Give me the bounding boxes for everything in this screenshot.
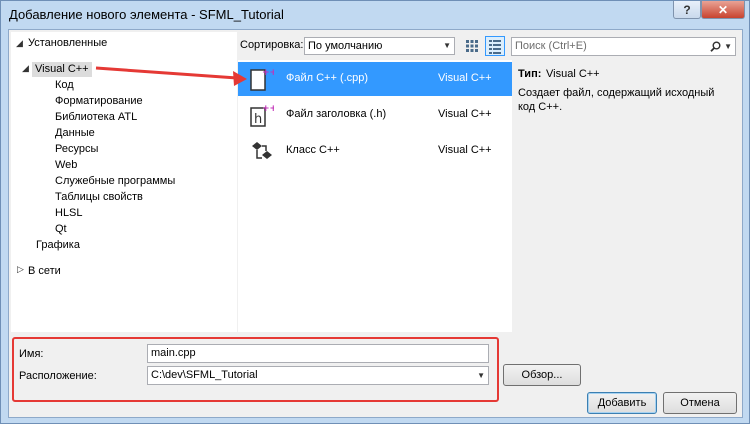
dialog-window: Добавление нового элемента - SFML_Tutori… bbox=[0, 0, 750, 424]
location-dropdown[interactable]: C:\dev\SFML_Tutorial ▼ bbox=[147, 366, 489, 385]
name-input[interactable]: main.cpp bbox=[147, 344, 489, 363]
name-label: Имя: bbox=[19, 348, 44, 360]
add-button[interactable]: Добавить bbox=[587, 392, 657, 414]
annotation-arrow bbox=[95, 66, 247, 86]
location-label: Расположение: bbox=[19, 370, 97, 382]
cancel-button[interactable]: Отмена bbox=[663, 392, 737, 414]
chevron-down-icon: ▼ bbox=[477, 371, 485, 380]
location-value: C:\dev\SFML_Tutorial bbox=[151, 369, 258, 381]
close-button[interactable]: ✕ bbox=[701, 1, 745, 19]
dialog-client: ◢ Установленные ◢ Visual C++ Код Формати… bbox=[8, 29, 743, 418]
browse-button[interactable]: Обзор... bbox=[503, 364, 581, 386]
window-title: Добавление нового элемента - SFML_Tutori… bbox=[9, 7, 284, 22]
title-bar: Добавление нового элемента - SFML_Tutori… bbox=[1, 1, 749, 29]
help-button[interactable]: ? bbox=[673, 1, 701, 19]
